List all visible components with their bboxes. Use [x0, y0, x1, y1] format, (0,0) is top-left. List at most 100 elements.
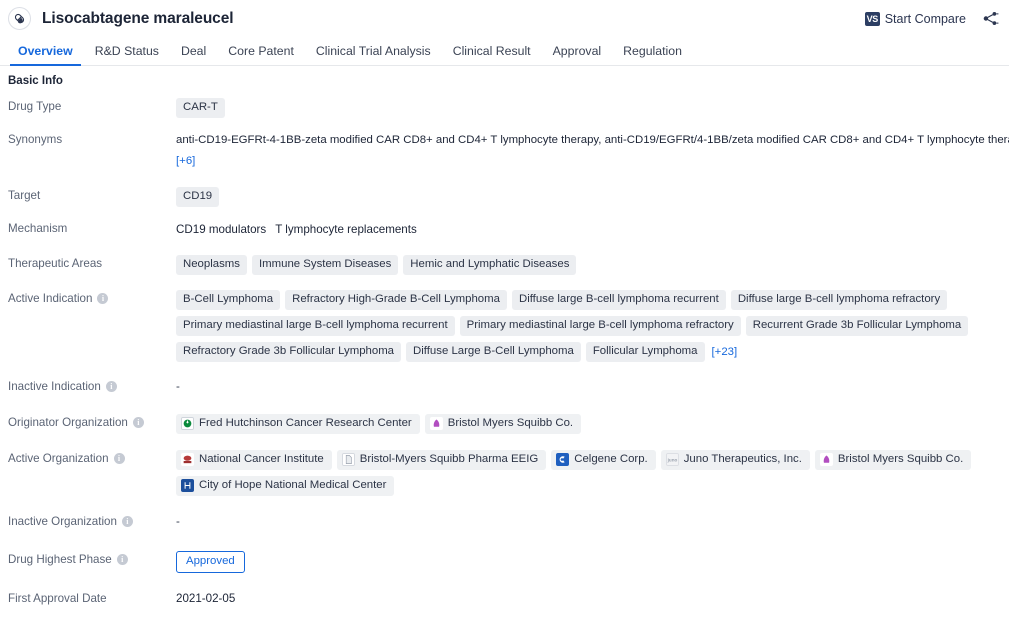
row-active-organization: Active Organization i National Cancer In… — [0, 449, 1009, 496]
chip-indication[interactable]: Refractory Grade 3b Follicular Lymphoma — [176, 342, 402, 362]
organization-logo-icon — [429, 417, 443, 430]
label-therapeutic-areas: Therapeutic Areas — [8, 254, 176, 270]
chip-indication[interactable]: Refractory High-Grade B-Cell Lymphoma — [285, 290, 507, 310]
drug-detail-page: Lisocabtagene maraleucel VS Start Compar… — [0, 0, 1009, 621]
row-therapeutic-areas: Therapeutic Areas Neoplasms Immune Syste… — [0, 254, 1009, 276]
active-indication-more-link[interactable]: [+23] — [710, 346, 740, 358]
chip-therapeutic-area[interactable]: Hemic and Lymphatic Diseases — [403, 255, 577, 275]
versus-icon: VS — [864, 11, 880, 26]
synonyms-text: anti-CD19-EGFRt-4-1BB-zeta modified CAR … — [176, 134, 1009, 146]
chip-indication[interactable]: Follicular Lymphoma — [585, 342, 705, 362]
org-chip-bms-pharma-eeig[interactable]: Bristol-Myers Squibb Pharma EEIG — [336, 450, 547, 470]
label-drug-highest-phase-text: Drug Highest Phase — [8, 553, 112, 566]
label-mechanism: Mechanism — [8, 219, 176, 235]
organization-logo-icon — [819, 453, 833, 466]
section-title-basic-info: Basic Info — [8, 75, 63, 87]
organization-logo-icon — [556, 453, 570, 466]
label-first-approval-date: First Approval Date — [8, 589, 176, 605]
tab-core-patent[interactable]: Core Patent — [217, 44, 305, 65]
share-network-icon[interactable] — [982, 10, 999, 27]
tab-clinical-trial-analysis[interactable]: Clinical Trial Analysis — [305, 44, 442, 65]
page-header: Lisocabtagene maraleucel VS Start Compar… — [0, 0, 1009, 37]
page-title: Lisocabtagene maraleucel — [42, 9, 234, 27]
label-inactive-indication-text: Inactive Indication — [8, 380, 101, 393]
tab-bar: Overview R&D Status Deal Core Patent Cli… — [0, 37, 1009, 66]
value-target: CD19 — [176, 186, 1009, 207]
org-chip-city-of-hope[interactable]: City of Hope National Medical Center — [176, 476, 395, 496]
synonyms-more-link[interactable]: [+6] — [176, 155, 195, 167]
tab-deal[interactable]: Deal — [170, 44, 217, 65]
org-chip-label: Bristol-Myers Squibb Pharma EEIG — [359, 453, 539, 465]
chip-therapeutic-area[interactable]: Immune System Diseases — [251, 255, 399, 275]
org-chip-national-cancer-institute[interactable]: National Cancer Institute — [176, 450, 332, 470]
value-first-approval-date: 2021-02-05 — [176, 589, 1009, 605]
value-active-organization: National Cancer Institute Bristol-Myers … — [176, 449, 1009, 496]
organization-logo-icon — [181, 417, 194, 430]
chip-therapeutic-area[interactable]: Neoplasms — [176, 255, 247, 275]
label-originator-organization: Originator Organization i — [8, 413, 176, 429]
value-therapeutic-areas: Neoplasms Immune System Diseases Hemic a… — [176, 254, 1009, 275]
org-chip-juno-therapeutics[interactable]: juno Juno Therapeutics, Inc. — [660, 450, 810, 470]
start-compare-label: Start Compare — [884, 11, 966, 26]
org-chip-label: Bristol Myers Squibb Co. — [837, 453, 964, 465]
org-chip-label: Bristol Myers Squibb Co. — [447, 417, 574, 429]
org-chip-label: Celgene Corp. — [574, 453, 648, 465]
row-drug-type: Drug Type CAR-T — [0, 97, 1009, 119]
row-inactive-organization: Inactive Organization i - — [0, 512, 1009, 534]
org-chip-celgene[interactable]: Celgene Corp. — [551, 450, 656, 470]
label-synonyms-text: Synonyms — [8, 133, 63, 146]
label-active-organization: Active Organization i — [8, 449, 176, 465]
mechanism-item-1: T lymphocyte replacements — [275, 223, 417, 236]
chip-indication[interactable]: Diffuse large B-cell lymphoma refractory — [730, 290, 948, 310]
info-icon[interactable]: i — [97, 293, 109, 304]
org-chip-bristol-myers-squibb[interactable]: Bristol Myers Squibb Co. — [814, 450, 972, 470]
chip-indication[interactable]: B-Cell Lymphoma — [176, 290, 281, 310]
row-first-approval-date: First Approval Date 2021-02-05 — [0, 589, 1009, 611]
chip-indication[interactable]: Recurrent Grade 3b Follicular Lymphoma — [745, 316, 969, 336]
synonyms-wrapper: anti-CD19-EGFRt-4-1BB-zeta modified CAR … — [176, 131, 1009, 169]
row-mechanism: Mechanism CD19 modulators T lymphocyte r… — [0, 219, 1009, 241]
label-target-text: Target — [8, 189, 41, 202]
info-icon[interactable]: i — [132, 417, 144, 428]
first-approval-date-value: 2021-02-05 — [176, 592, 236, 605]
row-synonyms: Synonyms anti-CD19-EGFRt-4-1BB-zeta modi… — [0, 130, 1009, 169]
tab-approval[interactable]: Approval — [542, 44, 613, 65]
label-mechanism-text: Mechanism — [8, 222, 68, 235]
label-inactive-organization: Inactive Organization i — [8, 512, 176, 528]
info-icon[interactable]: i — [105, 381, 117, 392]
value-active-indication: B-Cell Lymphoma Refractory High-Grade B-… — [176, 289, 1009, 362]
chip-drug-type[interactable]: CAR-T — [176, 98, 225, 118]
tab-overview[interactable]: Overview — [7, 44, 84, 66]
info-icon[interactable]: i — [113, 453, 125, 464]
row-inactive-indication: Inactive Indication i - — [0, 377, 1009, 399]
svg-text:juno: juno — [667, 457, 678, 462]
label-target: Target — [8, 186, 176, 202]
basic-info-section: Basic Info Drug Type CAR-T Synonyms anti… — [0, 66, 1009, 611]
chip-indication[interactable]: Primary mediastinal large B-cell lymphom… — [459, 316, 741, 336]
label-originator-organization-text: Originator Organization — [8, 416, 128, 429]
org-chip-label: Fred Hutchinson Cancer Research Center — [199, 417, 412, 429]
mechanism-item-0: CD19 modulators — [176, 223, 267, 236]
tab-clinical-result[interactable]: Clinical Result — [442, 44, 542, 65]
label-drug-highest-phase: Drug Highest Phase i — [8, 550, 176, 566]
org-chip-label: National Cancer Institute — [199, 453, 324, 465]
chip-indication[interactable]: Primary mediastinal large B-cell lymphom… — [176, 316, 455, 336]
label-inactive-indication: Inactive Indication i — [8, 377, 176, 393]
org-chip-bristol-myers-squibb[interactable]: Bristol Myers Squibb Co. — [424, 414, 582, 434]
value-synonyms: anti-CD19-EGFRt-4-1BB-zeta modified CAR … — [176, 130, 1009, 169]
org-chip-fred-hutchinson[interactable]: Fred Hutchinson Cancer Research Center — [176, 414, 420, 434]
start-compare-button[interactable]: VS Start Compare — [864, 11, 966, 26]
inactive-organization-value: - — [176, 515, 180, 528]
value-drug-type: CAR-T — [176, 97, 1009, 118]
pill-capsule-icon — [8, 7, 31, 30]
chip-indication[interactable]: Diffuse Large B-Cell Lymphoma — [406, 342, 581, 362]
tab-rd-status[interactable]: R&D Status — [84, 44, 170, 65]
status-badge-approved[interactable]: Approved — [176, 551, 245, 573]
tab-regulation[interactable]: Regulation — [612, 44, 693, 65]
inactive-indication-value: - — [176, 380, 180, 393]
info-icon[interactable]: i — [116, 554, 128, 565]
chip-target[interactable]: CD19 — [176, 187, 220, 207]
value-drug-highest-phase: Approved — [176, 550, 1009, 573]
info-icon[interactable]: i — [121, 516, 133, 527]
chip-indication[interactable]: Diffuse large B-cell lymphoma recurrent — [511, 290, 726, 310]
